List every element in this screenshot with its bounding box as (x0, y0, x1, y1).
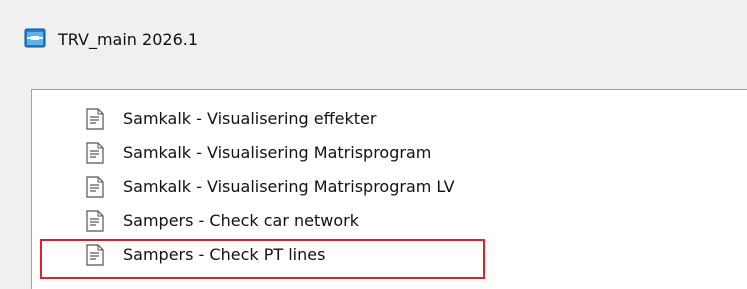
highlight-box (40, 239, 485, 279)
window-titlebar: TRV_main 2026.1 (0, 0, 747, 90)
list-item-label: Samkalk - Visualisering Matrisprogram LV (123, 177, 455, 196)
app-window-icon (24, 28, 46, 48)
list-item[interactable]: Samkalk - Visualisering Matrisprogram (32, 136, 732, 170)
list-item[interactable]: Samkalk - Visualisering effekter (32, 102, 732, 136)
window-title: TRV_main 2026.1 (58, 30, 199, 49)
document-icon (86, 108, 104, 130)
list-item[interactable]: Samkalk - Visualisering Matrisprogram LV (32, 170, 732, 204)
document-icon (86, 210, 104, 232)
list-item-label: Samkalk - Visualisering Matrisprogram (123, 143, 432, 162)
list-item-label: Samkalk - Visualisering effekter (123, 109, 377, 128)
list-item-label: Sampers - Check car network (123, 211, 359, 230)
document-icon (86, 142, 104, 164)
document-icon (86, 176, 104, 198)
list-item[interactable]: Sampers - Check car network (32, 204, 732, 238)
